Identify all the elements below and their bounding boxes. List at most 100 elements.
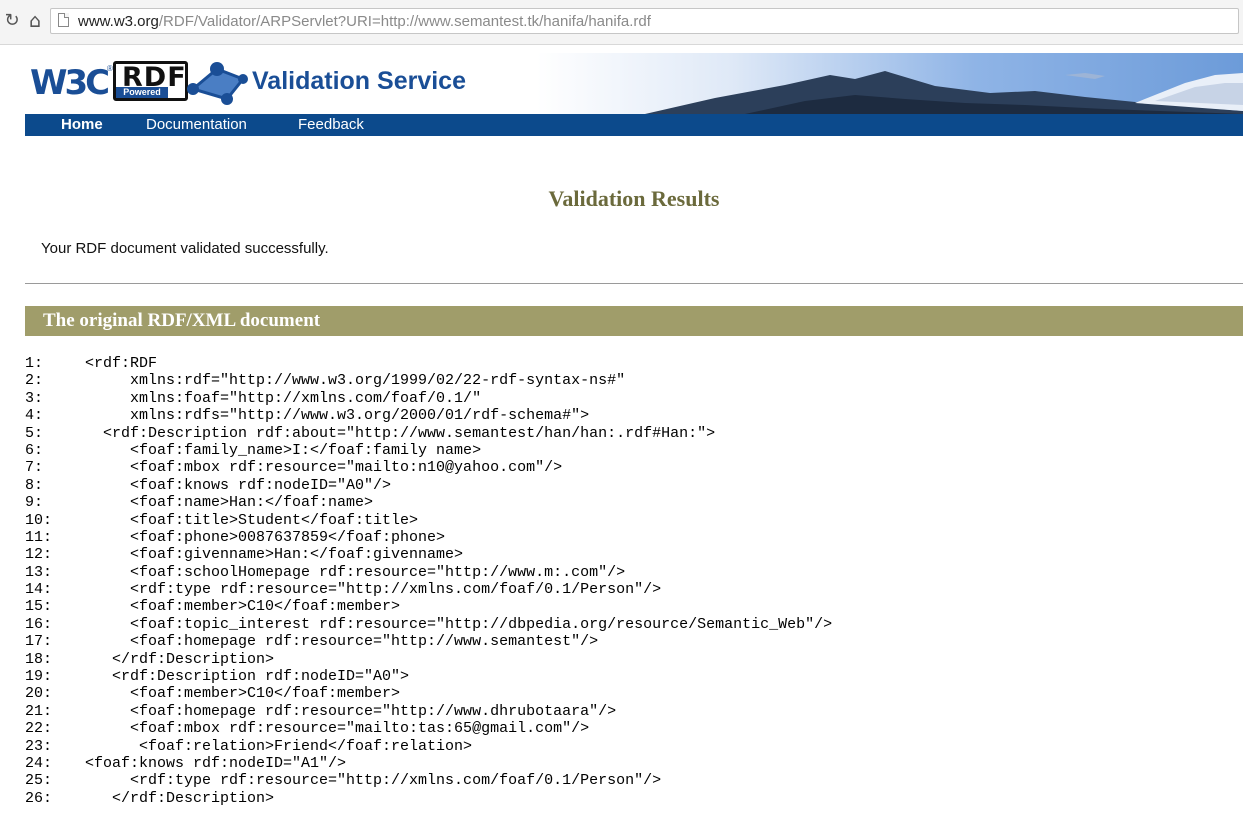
line-number: 1: [25, 355, 44, 372]
line-text: <foaf:knows rdf:nodeID="A0"/> [85, 476, 392, 494]
code-line: 14: <rdf:type rdf:resource="http://xmlns… [25, 581, 1243, 598]
code-line: 1: <rdf:RDF [25, 355, 1243, 372]
nav-documentation-link[interactable]: Documentation [146, 116, 247, 134]
line-number: 2: [25, 372, 44, 390]
line-text: <foaf:schoolHomepage rdf:resource="http:… [85, 563, 626, 581]
line-number: 3: [25, 389, 44, 407]
powered-label: Powered [116, 87, 168, 98]
line-text: <rdf:Description rdf:about="http://www.s… [85, 424, 716, 442]
line-number: 20: [25, 685, 53, 703]
rdf-source-listing: 1: <rdf:RDF 2: xmlns:rdf="http://www.w3.or… [25, 355, 1243, 832]
code-line: 21: <foaf:homepage rdf:resource="http://… [25, 703, 1243, 720]
line-number: 11: [25, 528, 53, 546]
url-path: /RDF/Validator/ARPServlet?URI=http://www… [158, 13, 651, 30]
line-text: <rdf:RDF [85, 355, 158, 372]
line-number: 4: [25, 407, 44, 425]
site-banner: W3C ® RDF Powered Validation Service [25, 53, 1243, 114]
code-line: 19: <rdf:Description rdf:nodeID="A0"> [25, 668, 1243, 685]
line-text: <rdf:type rdf:resource="http://xmlns.com… [85, 581, 662, 599]
page-icon [58, 13, 69, 27]
line-text: <foaf:member>C10</foaf:member> [85, 598, 401, 616]
line-text: <rdf:type rdf:resource="http://xmlns.com… [85, 772, 662, 790]
rdf-powered-logo: RDF Powered [113, 61, 188, 101]
code-line: 12: <foaf:givenname>Han:</foaf:givenname… [25, 546, 1243, 563]
line-number: 21: [25, 702, 53, 720]
line-text: </rdf:Description> [85, 789, 275, 807]
line-text: <foaf:phone>0087637859</foaf:phone> [85, 528, 446, 546]
line-text: xmlns:rdfs="http://www.w3.org/2000/01/rd… [85, 407, 590, 425]
code-line: 23: <foaf:relation>Friend</foaf:relation… [25, 738, 1243, 755]
line-number: 26: [25, 789, 53, 807]
rdf-graph-icon [187, 62, 248, 105]
line-number: 14: [25, 581, 53, 599]
section-header: The original RDF/XML document [25, 306, 1243, 336]
code-line: 6: <foaf:family_name>I:</foaf:family nam… [25, 442, 1243, 459]
line-text: <foaf:givenname>Han:</foaf:givenname> [85, 546, 464, 564]
code-line: 25: <rdf:type rdf:resource="http://xmlns… [25, 772, 1243, 789]
code-line: 26: </rdf:Description> [25, 790, 1243, 807]
reload-icon[interactable]: ↻ [2, 11, 22, 31]
code-line: 7: <foaf:mbox rdf:resource="mailto:n10@y… [25, 459, 1243, 476]
url-text[interactable]: www.w3.org/RDF/Validator/ARPServlet?URI=… [78, 13, 651, 31]
line-text: <foaf:knows rdf:nodeID="A1"/> [85, 754, 347, 772]
line-text: <foaf:member>C10</foaf:member> [85, 685, 401, 703]
line-number: 5: [25, 424, 44, 442]
code-line: 5: <rdf:Description rdf:about="http://ww… [25, 425, 1243, 442]
line-number: 24: [25, 754, 53, 772]
divider [25, 283, 1243, 284]
line-text: <foaf:family_name>I:</foaf:family name> [85, 441, 482, 459]
code-line: 13: <foaf:schoolHomepage rdf:resource="h… [25, 564, 1243, 581]
line-number: 7: [25, 459, 44, 477]
code-line: 9: <foaf:name>Han:</foaf:name> [25, 494, 1243, 511]
line-text: <foaf:relation>Friend</foaf:relation> [85, 737, 473, 755]
code-line: 17: <foaf:homepage rdf:resource="http://… [25, 633, 1243, 650]
code-line: 24: <foaf:knows rdf:nodeID="A1"/> [25, 755, 1243, 772]
line-number: 22: [25, 720, 53, 738]
line-text: <foaf:topic_interest rdf:resource="http:… [85, 615, 833, 633]
line-number: 6: [25, 441, 44, 459]
nav-feedback-link[interactable]: Feedback [298, 116, 364, 134]
line-number: 8: [25, 476, 44, 494]
code-line: 15: <foaf:member>C10</foaf:member> [25, 598, 1243, 615]
code-line: 8: <foaf:knows rdf:nodeID="A0"/> [25, 477, 1243, 494]
line-text: <rdf:Description rdf:nodeID="A0"> [85, 668, 410, 686]
code-line: 3: xmlns:foaf="http://xmlns.com/foaf/0.1… [25, 390, 1243, 407]
main-nav: Home Documentation Feedback [25, 114, 1243, 136]
line-number: 9: [25, 494, 44, 512]
home-icon[interactable]: ⌂ [25, 11, 45, 31]
service-title: Validation Service [252, 67, 466, 95]
line-text: <foaf:name>Han:</foaf:name> [85, 494, 374, 512]
line-text: xmlns:rdf="http://www.w3.org/1999/02/22-… [85, 372, 626, 390]
code-line: 22: <foaf:mbox rdf:resource="mailto:tas:… [25, 720, 1243, 737]
page-title: Validation Results [548, 186, 720, 211]
line-text: <foaf:homepage rdf:resource="http://www.… [85, 702, 617, 720]
code-line: 11: <foaf:phone>0087637859</foaf:phone> [25, 529, 1243, 546]
line-text: <foaf:title>Student</foaf:title> [85, 511, 419, 529]
code-line: 18: </rdf:Description> [25, 651, 1243, 668]
code-line: 16: <foaf:topic_interest rdf:resource="h… [25, 616, 1243, 633]
line-number: 12: [25, 546, 53, 564]
code-line: 20: <foaf:member>C10</foaf:member> [25, 685, 1243, 702]
url-host: www.w3.org [78, 13, 159, 30]
section-title: The original RDF/XML document [43, 310, 321, 331]
line-number: 16: [25, 615, 53, 633]
line-number: 17: [25, 633, 53, 651]
code-line: 2: xmlns:rdf="http://www.w3.org/1999/02/… [25, 372, 1243, 389]
line-text: <foaf:homepage rdf:resource="http://www.… [85, 633, 599, 651]
line-number: 18: [25, 650, 53, 668]
line-text: <foaf:mbox rdf:resource="mailto:tas:65@g… [85, 720, 590, 738]
line-number: 10: [25, 511, 53, 529]
code-line: 10: <foaf:title>Student</foaf:title> [25, 512, 1243, 529]
nav-home-link[interactable]: Home [61, 116, 103, 134]
browser-toolbar: ↻ ⌂ www.w3.org/RDF/Validator/ARPServlet?… [0, 0, 1243, 45]
w3c-logo[interactable]: W3C [30, 63, 110, 103]
line-text: </rdf:Description> [85, 650, 275, 668]
line-text: xmlns:foaf="http://xmlns.com/foaf/0.1/" [85, 389, 482, 407]
line-number: 13: [25, 563, 53, 581]
line-number: 25: [25, 772, 53, 790]
line-number: 15: [25, 598, 53, 616]
code-line: 4: xmlns:rdfs="http://www.w3.org/2000/01… [25, 407, 1243, 424]
line-text: <foaf:mbox rdf:resource="mailto:n10@yaho… [85, 459, 563, 477]
status-message: Your RDF document validated successfully… [41, 240, 329, 257]
line-number: 23: [25, 737, 53, 755]
